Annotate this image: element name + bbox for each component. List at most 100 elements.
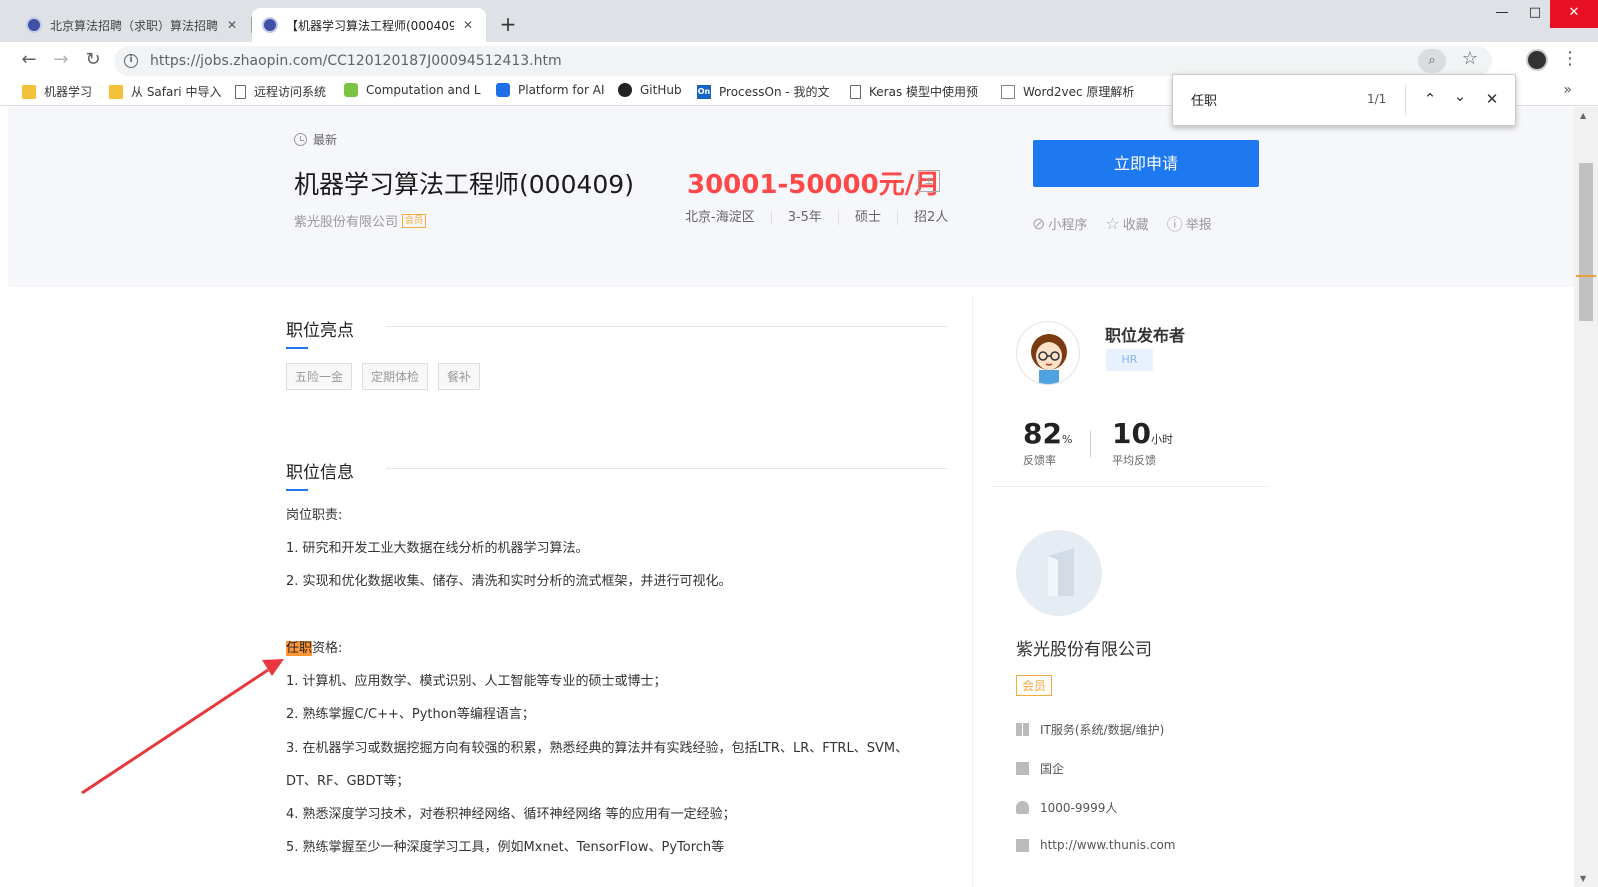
bookmark-item[interactable]: Computation and L [344, 83, 481, 97]
new-tab-button[interactable]: + [496, 13, 520, 37]
tab-search-results[interactable]: 北京算法招聘（求职）算法招聘_ ✕ [16, 8, 250, 42]
publisher-divider [992, 486, 1268, 487]
size-text: 1000-9999人 [1040, 801, 1118, 815]
qualification-line: 4. 熟悉深度学习技术，对卷积神经网络、循环神经网络 等的应用有一定经验； [286, 807, 736, 822]
bookmark-item[interactable]: 从 Safari 中导入 [109, 83, 221, 100]
bookmark-item[interactable]: On ProcessOn - 我的文 [697, 83, 830, 100]
duty-line: 1. 研究和开发工业大数据在线分析的机器学习算法。 [286, 541, 589, 556]
qualification-line: 2. 熟练掌握C/C++、Python等编程语言； [286, 707, 535, 722]
mini-program-button[interactable]: ⊘ 小程序 [1032, 211, 1087, 235]
scroll-down-icon[interactable]: ▼ [1580, 874, 1586, 883]
type-text: 国企 [1040, 762, 1065, 776]
mini-program-icon: ⊘ [1032, 213, 1046, 233]
close-window-button[interactable]: ✕ [1550, 0, 1598, 28]
feedback-rate-unit: % [1061, 433, 1073, 446]
company-line: 紫光股份有限公司 会员 [294, 211, 427, 230]
close-icon[interactable]: ✕ [460, 18, 476, 32]
benefit-tags: 五险一金 定期体检 餐补 [286, 363, 490, 390]
bookmark-label: 从 Safari 中导入 [131, 85, 222, 99]
zhaopin-favicon-icon [26, 17, 42, 33]
favorite-button[interactable]: ☆ 收藏 [1105, 211, 1148, 235]
tab-title: 【机器学习算法工程师(000409)_ [286, 18, 454, 33]
action-label: 举报 [1185, 217, 1212, 233]
bookmark-label: Platform for AI [518, 83, 605, 97]
zhaopin-favicon-icon [262, 17, 278, 33]
site-info-icon[interactable]: i [124, 54, 138, 68]
processon-icon: On [697, 84, 711, 99]
bookmark-item[interactable]: GitHub [618, 83, 682, 97]
bookmark-label: 机器学习 [44, 85, 93, 99]
company-link[interactable]: 紫光股份有限公司 [294, 211, 398, 230]
browser-menu-icon[interactable]: ⋮ [1560, 48, 1580, 69]
find-in-page-icon[interactable]: ⌕ [1418, 49, 1446, 73]
latest-text: 最新 [313, 133, 338, 147]
report-icon: ⓘ [1166, 215, 1183, 234]
benefit-tag: 五险一金 [286, 363, 353, 390]
duty-line: 2. 实现和优化数据收集、储存、清洗和实时分析的流式框架，并进行可视化。 [286, 574, 732, 589]
scroll-up-icon[interactable]: ▲ [1580, 111, 1586, 120]
find-highlight: 任职 [286, 641, 313, 656]
headcount: 招2人 [896, 211, 964, 225]
stat-divider [1090, 431, 1091, 457]
back-button[interactable]: ← [16, 48, 42, 74]
bookmarks-overflow-button[interactable]: » [1563, 82, 1572, 98]
company-logo[interactable] [1016, 530, 1102, 616]
qualification-line: 5. 熟练掌握至少一种深度学习工具，例如Mxnet、TensorFlow、PyT… [286, 840, 725, 855]
qualification-line: DT、RF、GBDT等； [286, 774, 410, 789]
company-type: 国企 [1016, 760, 1064, 777]
job-info-title: 职位信息 [286, 458, 354, 491]
reload-button[interactable]: ↻ [80, 48, 106, 74]
feedback-rate-label: 反馈率 [1023, 454, 1056, 467]
star-icon: ☆ [1105, 213, 1120, 233]
close-icon[interactable]: ✕ [224, 18, 240, 32]
benefit-tag: 餐补 [438, 363, 481, 390]
url-text[interactable]: https://jobs.zhaopin.com/CC120120187J000… [150, 53, 562, 69]
find-result-marker [1576, 275, 1596, 277]
close-icon[interactable]: ✕ [1481, 88, 1503, 110]
profile-avatar-icon[interactable] [1526, 49, 1548, 71]
person-icon [1016, 801, 1029, 814]
company-name[interactable]: 紫光股份有限公司 [1016, 635, 1152, 660]
page-icon [1001, 84, 1015, 99]
scroll-thumb[interactable] [1579, 163, 1593, 321]
section-divider [386, 326, 948, 327]
bookmark-item[interactable]: Word2vec 原理解析 [1001, 83, 1134, 100]
feedback-rate-value: 82 [1023, 417, 1062, 450]
column-divider [972, 297, 973, 887]
avg-feedback-value: 10 [1112, 417, 1151, 450]
bookmark-label: GitHub [640, 83, 682, 97]
bookmark-item[interactable]: 远程访问系统 [235, 83, 326, 100]
tab-title: 北京算法招聘（求职）算法招聘_ [50, 18, 218, 33]
chevron-up-icon[interactable]: ⌃ [1419, 88, 1441, 110]
tab-job-detail[interactable]: 【机器学习算法工程师(000409)_ ✕ [252, 8, 486, 42]
find-bar: 任职 1/1 ⌃ ⌄ ✕ [1172, 74, 1516, 126]
page-icon [235, 84, 246, 99]
website-link[interactable]: http://www.thunis.com [1040, 838, 1175, 852]
feedback-rate-stat: 82% 反馈率 [1023, 417, 1072, 468]
hr-avatar [1016, 321, 1080, 385]
page-scrollbar[interactable]: ▲ ▼ [1574, 107, 1598, 887]
bookmark-item[interactable]: 机器学习 [22, 83, 92, 100]
forward-button[interactable]: → [48, 48, 74, 74]
avg-feedback-label: 平均反馈 [1112, 454, 1156, 467]
chevron-down-icon[interactable]: ⌄ [1449, 85, 1471, 107]
bookmark-item[interactable]: Platform for AI [496, 83, 604, 97]
find-input[interactable]: 任职 [1191, 90, 1217, 109]
action-label: 收藏 [1122, 217, 1149, 233]
hr-badge: HR [1106, 349, 1153, 371]
highlights-title: 职位亮点 [286, 316, 354, 349]
calculator-icon[interactable]: ± [918, 170, 940, 192]
job-actions: ⊘ 小程序 ☆ 收藏 ⓘ 举报 [1032, 211, 1230, 235]
action-label: 小程序 [1048, 217, 1088, 233]
bookmark-item[interactable]: Keras 模型中使用预 [850, 83, 978, 100]
member-badge: 会员 [402, 213, 427, 228]
apply-button[interactable]: 立即申请 [1033, 140, 1259, 187]
bookmark-star-icon[interactable]: ☆ [1462, 48, 1478, 69]
github-icon [618, 83, 632, 97]
report-button[interactable]: ⓘ 举报 [1167, 211, 1212, 235]
address-bar[interactable]: i https://jobs.zhaopin.com/CC120120187J0… [114, 46, 1492, 76]
bookmark-label: Computation and L [366, 83, 481, 97]
folder-icon [22, 84, 36, 99]
bookmark-label: ProcessOn - 我的文 [719, 85, 830, 99]
find-match-count: 1/1 [1367, 92, 1387, 106]
